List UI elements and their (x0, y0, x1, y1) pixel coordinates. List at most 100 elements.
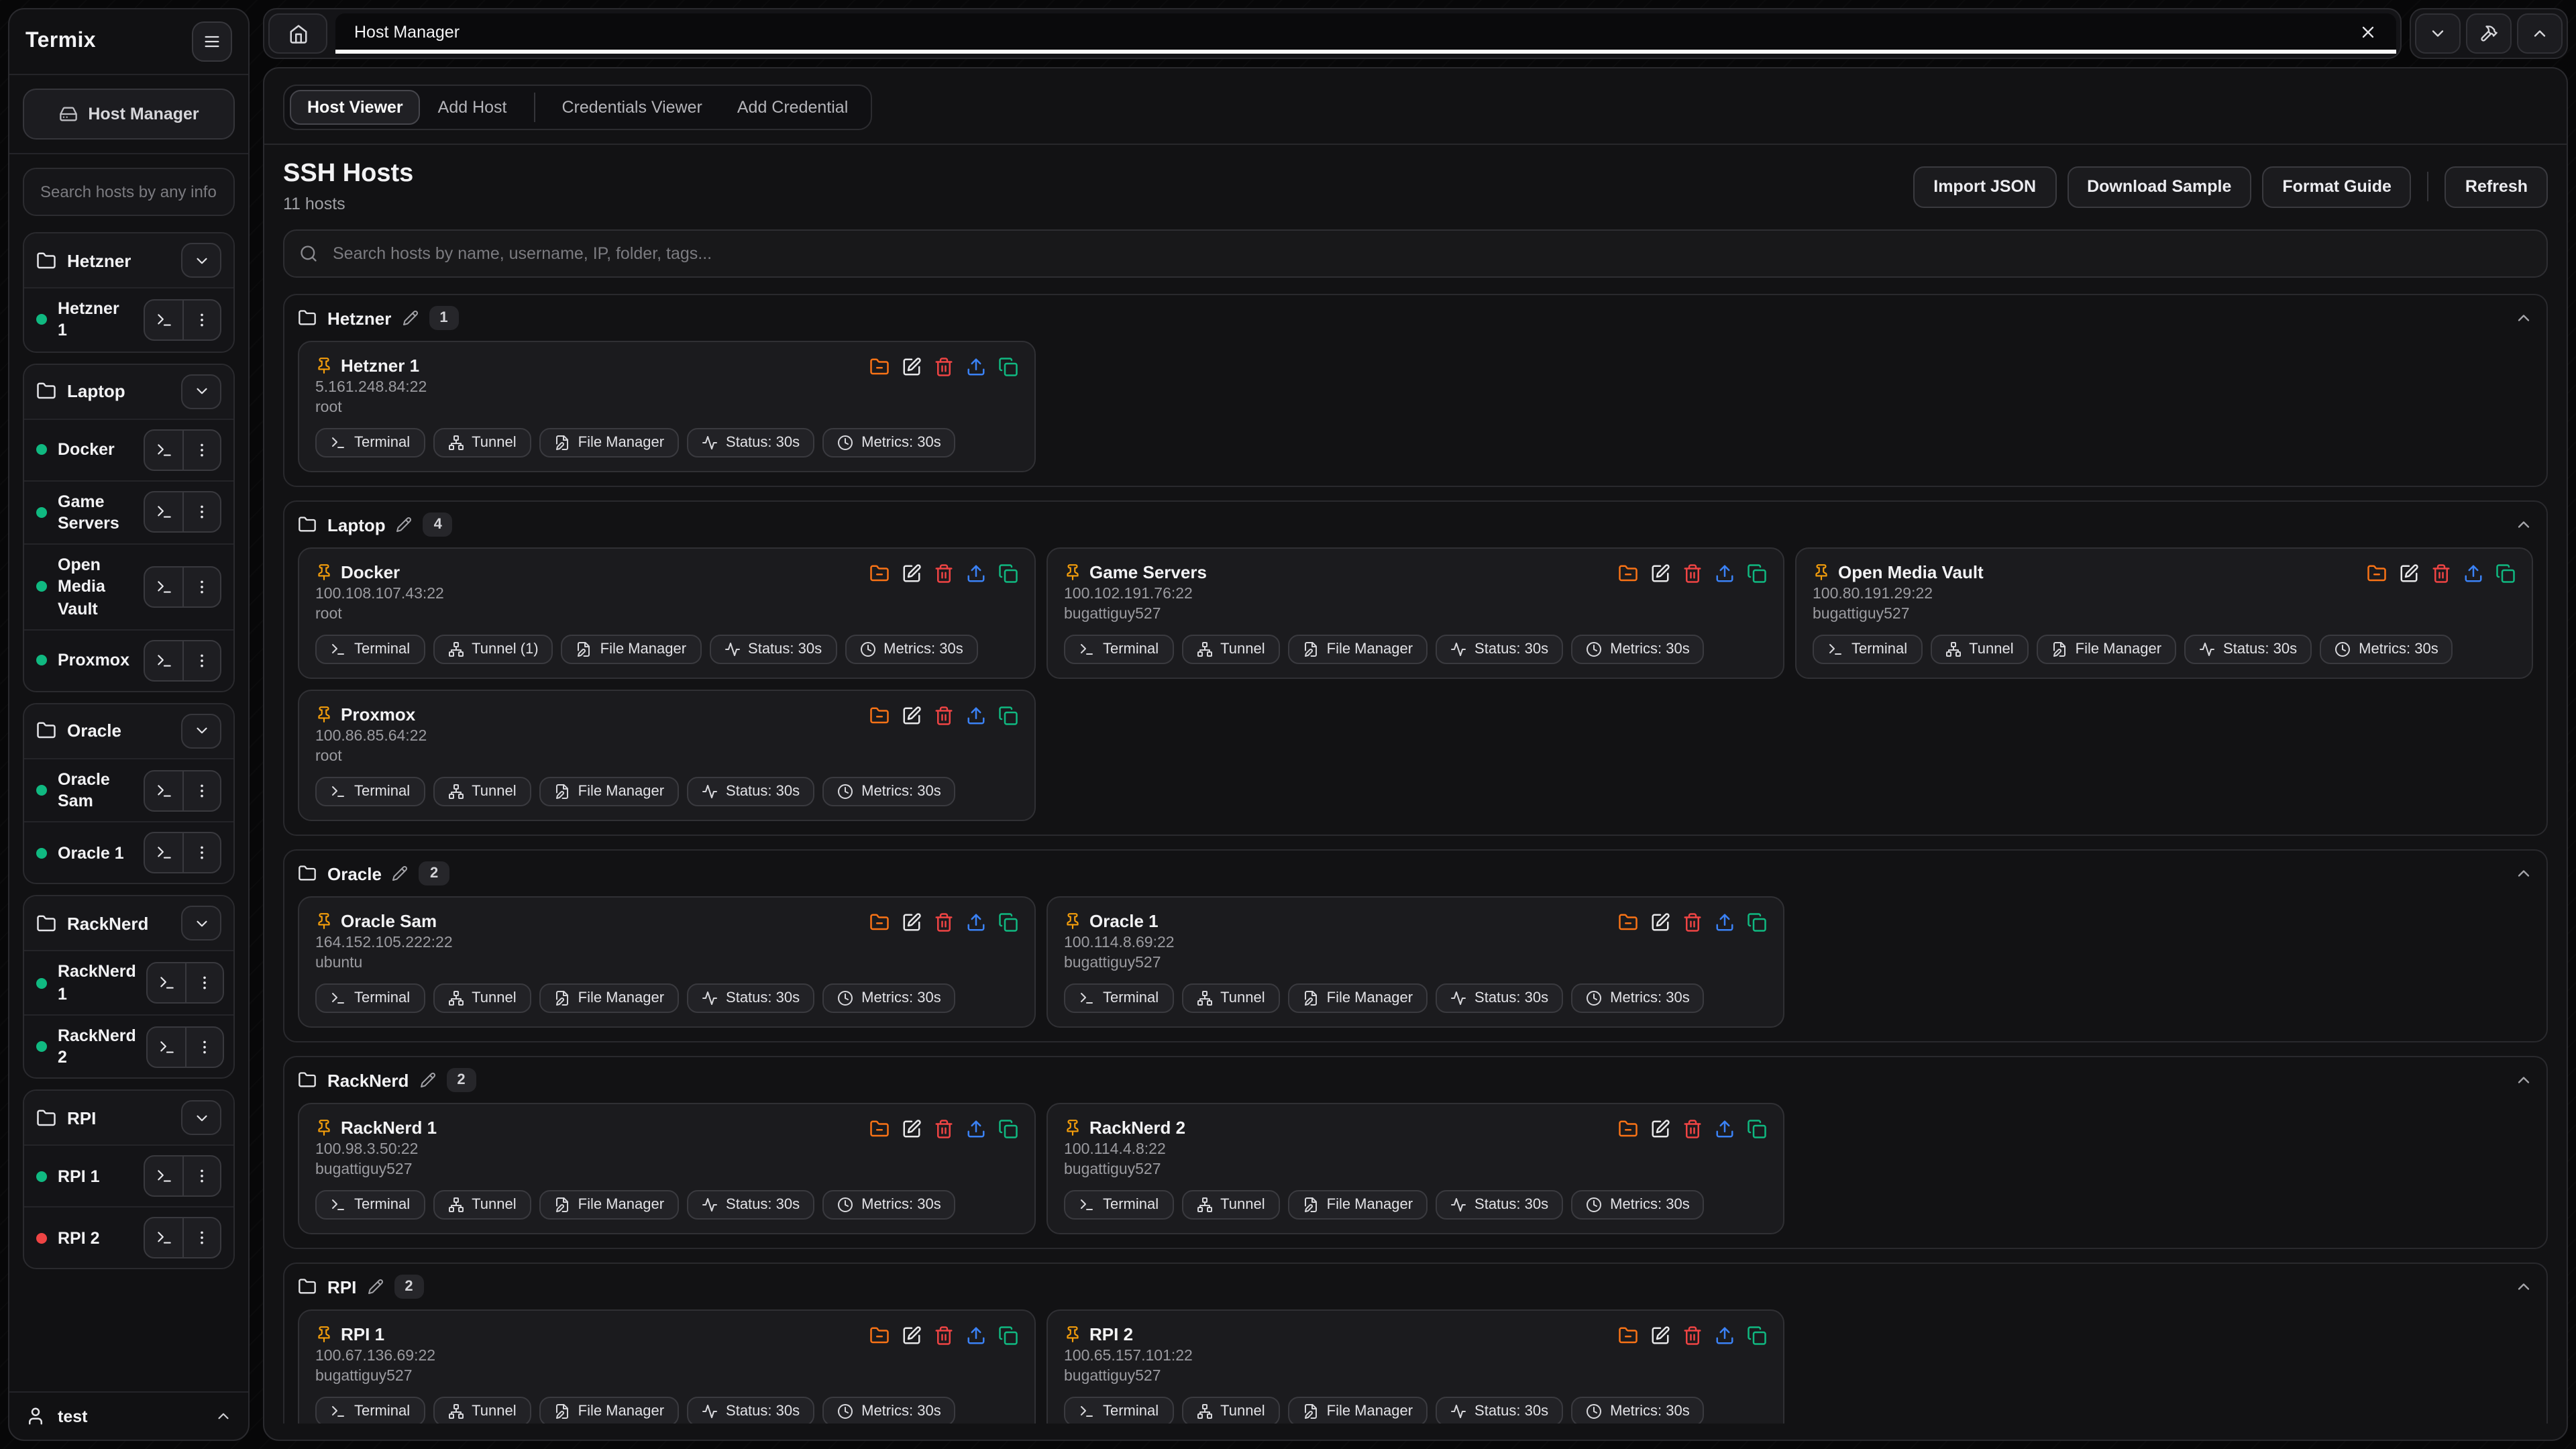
sidebar-host-row[interactable]: RPI 1 (24, 1145, 233, 1207)
delete-host-button[interactable] (1682, 1326, 1703, 1350)
host-file-manager-chip[interactable]: File Manager (561, 635, 701, 664)
sidebar-host-row[interactable]: Docker (24, 418, 233, 480)
host-tunnel-chip[interactable]: Tunnel (433, 428, 531, 458)
delete-host-button[interactable] (934, 706, 954, 730)
host-terminal-chip[interactable]: Terminal (315, 1397, 425, 1424)
sidebar-host-menu-button[interactable] (182, 771, 220, 810)
folder-remove-button[interactable] (869, 912, 890, 936)
export-host-button[interactable] (1715, 564, 1735, 588)
download-sample-button[interactable]: Download Sample (2067, 166, 2251, 207)
sidebar-host-menu-button[interactable] (182, 301, 220, 339)
tab-close-button[interactable] (2359, 22, 2377, 41)
export-host-button[interactable] (966, 357, 986, 381)
sidebar-folder-header[interactable]: RackNerd (24, 897, 233, 951)
host-terminal-chip[interactable]: Terminal (315, 1190, 425, 1220)
sidebar-host-menu-button[interactable] (182, 1157, 220, 1196)
sidebar-host-terminal-button[interactable] (145, 430, 182, 469)
sidebar-host-terminal-button[interactable] (145, 301, 182, 339)
tab-add-credential[interactable]: Add Credential (720, 90, 865, 125)
rename-folder-button[interactable] (396, 517, 413, 533)
rename-folder-button[interactable] (392, 865, 409, 881)
sidebar-host-terminal-button[interactable] (148, 963, 186, 1002)
format-guide-button[interactable]: Format Guide (2262, 166, 2412, 207)
host-metrics-chip[interactable]: Metrics: 30s (1571, 635, 1705, 664)
delete-host-button[interactable] (934, 564, 954, 588)
folder-remove-button[interactable] (1618, 912, 1638, 936)
duplicate-host-button[interactable] (998, 1326, 1018, 1350)
tab-host-manager[interactable]: Host Manager (335, 13, 2396, 54)
duplicate-host-button[interactable] (2496, 564, 2516, 588)
host-metrics-chip[interactable]: Metrics: 30s (1571, 1397, 1705, 1424)
delete-host-button[interactable] (1682, 564, 1703, 588)
host-tunnel-chip[interactable]: Tunnel (433, 777, 531, 806)
host-status-chip[interactable]: Status: 30s (1436, 1190, 1563, 1220)
host-terminal-chip[interactable]: Terminal (315, 983, 425, 1013)
edit-host-button[interactable] (1650, 564, 1670, 588)
sidebar-host-row[interactable]: Proxmox (24, 629, 233, 691)
host-metrics-chip[interactable]: Metrics: 30s (822, 777, 956, 806)
rename-folder-button[interactable] (402, 310, 418, 326)
host-file-manager-chip[interactable]: File Manager (1288, 635, 1428, 664)
tab-credentials-viewer[interactable]: Credentials Viewer (545, 90, 720, 125)
host-metrics-chip[interactable]: Metrics: 30s (845, 635, 978, 664)
host-file-manager-chip[interactable]: File Manager (1288, 983, 1428, 1013)
host-tunnel-chip[interactable]: Tunnel (1181, 1190, 1279, 1220)
sidebar-host-terminal-button[interactable] (145, 493, 182, 532)
sidebar-host-row[interactable]: Hetzner 1 (24, 287, 233, 351)
sidebar-host-terminal-button[interactable] (145, 568, 182, 606)
duplicate-host-button[interactable] (1747, 1119, 1767, 1143)
sidebar-host-terminal-button[interactable] (145, 771, 182, 810)
export-host-button[interactable] (966, 912, 986, 936)
sidebar-menu-button[interactable] (192, 21, 232, 62)
host-terminal-chip[interactable]: Terminal (1813, 635, 1922, 664)
collapse-section-button[interactable] (2514, 309, 2533, 327)
edit-host-button[interactable] (1650, 1326, 1670, 1350)
host-terminal-chip[interactable]: Terminal (315, 777, 425, 806)
sidebar-folder-header[interactable]: Hetzner (24, 233, 233, 287)
rename-folder-button[interactable] (419, 1072, 435, 1088)
sidebar-host-terminal-button[interactable] (148, 1027, 186, 1066)
sidebar-host-menu-button[interactable] (186, 963, 223, 1002)
delete-host-button[interactable] (934, 1119, 954, 1143)
folder-remove-button[interactable] (869, 1326, 890, 1350)
sidebar-host-row[interactable]: RackNerd 2 (24, 1014, 233, 1078)
sidebar-host-row[interactable]: Oracle 1 (24, 822, 233, 883)
edit-host-button[interactable] (902, 706, 922, 730)
host-terminal-chip[interactable]: Terminal (1064, 1397, 1173, 1424)
import-json-button[interactable]: Import JSON (1913, 166, 2056, 207)
sidebar-host-row[interactable]: Oracle Sam (24, 758, 233, 822)
collapse-up-button[interactable] (2517, 13, 2563, 54)
host-tunnel-chip[interactable]: Tunnel (1181, 983, 1279, 1013)
host-metrics-chip[interactable]: Metrics: 30s (1571, 983, 1705, 1013)
export-host-button[interactable] (966, 564, 986, 588)
host-metrics-chip[interactable]: Metrics: 30s (822, 983, 956, 1013)
host-tunnel-chip[interactable]: Tunnel (1181, 1397, 1279, 1424)
host-status-chip[interactable]: Status: 30s (687, 1190, 814, 1220)
folder-remove-button[interactable] (1618, 1119, 1638, 1143)
tab-host-viewer[interactable]: Host Viewer (290, 90, 421, 125)
duplicate-host-button[interactable] (1747, 1326, 1767, 1350)
host-terminal-chip[interactable]: Terminal (1064, 1190, 1173, 1220)
sidebar-host-menu-button[interactable] (186, 1027, 223, 1066)
host-status-chip[interactable]: Status: 30s (687, 983, 814, 1013)
sidebar-folder-header[interactable]: Oracle (24, 704, 233, 758)
host-search-input[interactable] (283, 229, 2548, 278)
host-metrics-chip[interactable]: Metrics: 30s (1571, 1190, 1705, 1220)
folder-remove-button[interactable] (869, 1119, 890, 1143)
delete-host-button[interactable] (2431, 564, 2451, 588)
sidebar-host-menu-button[interactable] (182, 493, 220, 532)
host-file-manager-chip[interactable]: File Manager (539, 777, 679, 806)
sidebar-host-terminal-button[interactable] (145, 1157, 182, 1196)
host-status-chip[interactable]: Status: 30s (687, 777, 814, 806)
host-status-chip[interactable]: Status: 30s (2184, 635, 2312, 664)
collapse-down-button[interactable] (2415, 13, 2461, 54)
export-host-button[interactable] (966, 1119, 986, 1143)
duplicate-host-button[interactable] (998, 357, 1018, 381)
host-file-manager-chip[interactable]: File Manager (2037, 635, 2176, 664)
folder-remove-button[interactable] (2367, 564, 2387, 588)
sidebar-host-menu-button[interactable] (182, 430, 220, 469)
collapse-section-button[interactable] (2514, 1277, 2533, 1296)
sidebar-host-row[interactable]: RPI 2 (24, 1207, 233, 1269)
sidebar-folder-collapse-button[interactable] (181, 906, 221, 941)
folder-remove-button[interactable] (869, 357, 890, 381)
